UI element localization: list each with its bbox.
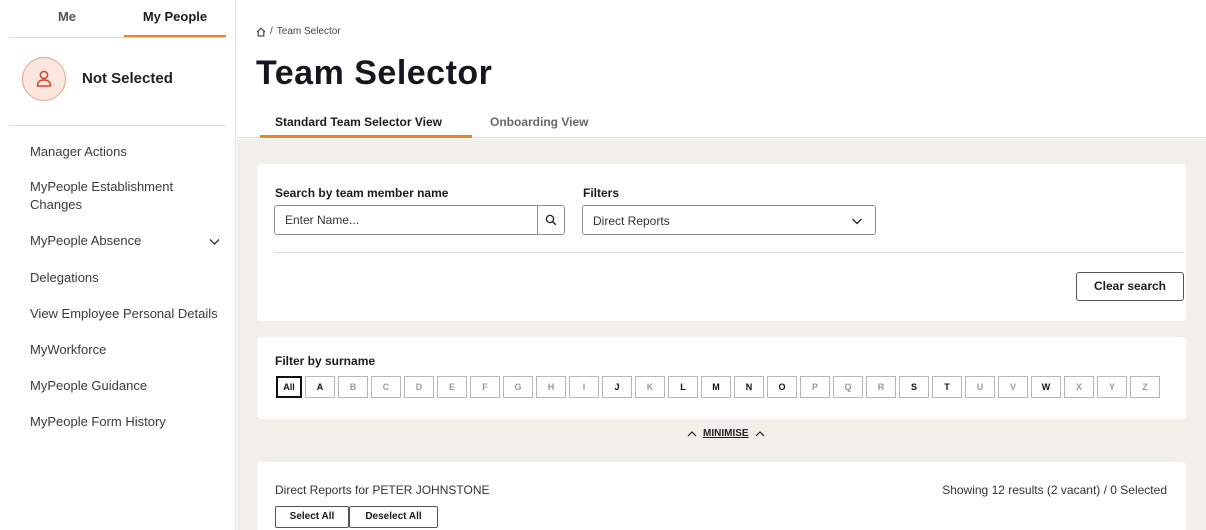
sidebar-item-delegations[interactable]: Delegations	[30, 269, 225, 287]
chevron-up-icon	[687, 431, 697, 437]
profile-divider	[10, 125, 226, 126]
sidebar-item-manager-actions[interactable]: Manager Actions	[30, 143, 225, 161]
active-tab-indicator	[260, 135, 472, 138]
chevron-up-icon	[755, 431, 764, 437]
surname-filter-card: Filter by surname All A B C D E F G H I J K L M N O P Q R S…	[257, 337, 1186, 419]
profile-name: Not Selected	[82, 70, 173, 87]
breadcrumb: / Team Selector	[256, 26, 341, 37]
tab-me[interactable]: Me	[10, 0, 124, 38]
search-input[interactable]	[275, 206, 537, 234]
sidebar-item-form-history[interactable]: MyPeople Form History	[30, 413, 225, 431]
surname-filter-r[interactable]: R	[866, 376, 896, 398]
surname-filter-l[interactable]: L	[668, 376, 698, 398]
sidebar-tabs-divider	[10, 37, 226, 38]
sidebar-tabs: Me My People	[10, 0, 226, 38]
surname-filter-i[interactable]: I	[569, 376, 599, 398]
surname-filter-all[interactable]: All	[276, 376, 302, 398]
search-button[interactable]	[537, 206, 564, 234]
sidebar-item-absence[interactable]: MyPeople Absence	[30, 232, 225, 250]
filters-select-value: Direct Reports	[593, 214, 670, 228]
surname-filter-z[interactable]: Z	[1130, 376, 1160, 398]
tab-onboarding-view[interactable]: Onboarding View	[490, 115, 588, 129]
surname-filter-q[interactable]: Q	[833, 376, 863, 398]
surname-filter-c[interactable]: C	[371, 376, 401, 398]
minimise-label: MINIMISE	[703, 428, 749, 439]
results-count: Showing 12 results (2 vacant) / 0 Select…	[942, 483, 1167, 497]
sidebar-item-myworkforce[interactable]: MyWorkforce	[30, 341, 225, 359]
minimise-toggle[interactable]: MINIMISE	[687, 428, 765, 439]
chevron-down-icon	[852, 218, 862, 225]
search-input-group	[274, 205, 565, 235]
surname-filter-d[interactable]: D	[404, 376, 434, 398]
sidebar-item-guidance[interactable]: MyPeople Guidance	[30, 377, 225, 395]
surname-filter-w[interactable]: W	[1031, 376, 1061, 398]
deselect-all-button[interactable]: Deselect All	[349, 506, 438, 528]
main-header: / Team Selector Team Selector Standard T…	[237, 0, 1206, 138]
results-card: Direct Reports for PETER JOHNSTONE Showi…	[257, 462, 1186, 530]
breadcrumb-separator: /	[270, 26, 273, 37]
breadcrumb-current: Team Selector	[276, 26, 341, 37]
surname-filter-y[interactable]: Y	[1097, 376, 1127, 398]
surname-filter-t[interactable]: T	[932, 376, 962, 398]
surname-filter-n[interactable]: N	[734, 376, 764, 398]
surname-filter-e[interactable]: E	[437, 376, 467, 398]
sidebar-item-label: MyPeople Absence	[30, 233, 142, 248]
filters-select[interactable]: Direct Reports	[582, 205, 876, 235]
alphabet-filter: All A B C D E F G H I J K L M N O P Q R S T U V W X Y Z	[276, 376, 1160, 398]
home-icon[interactable]	[256, 26, 266, 37]
surname-filter-h[interactable]: H	[536, 376, 566, 398]
surname-filter-p[interactable]: P	[800, 376, 830, 398]
sidebar-item-personal-details[interactable]: View Employee Personal Details	[30, 305, 225, 323]
surname-filter-label: Filter by surname	[275, 354, 376, 368]
chevron-down-icon[interactable]	[208, 235, 221, 248]
clear-search-button[interactable]: Clear search	[1076, 272, 1184, 301]
surname-filter-o[interactable]: O	[767, 376, 797, 398]
surname-filter-v[interactable]: V	[998, 376, 1028, 398]
avatar	[22, 57, 66, 101]
surname-filter-g[interactable]: G	[503, 376, 533, 398]
search-icon	[545, 214, 557, 226]
profile-selector[interactable]: Not Selected	[10, 53, 226, 107]
surname-filter-x[interactable]: X	[1064, 376, 1094, 398]
surname-filter-u[interactable]: U	[965, 376, 995, 398]
surname-filter-k[interactable]: K	[635, 376, 665, 398]
search-divider	[274, 252, 1184, 253]
sidebar: Me My People Not Selected Manager Action…	[0, 0, 236, 530]
person-icon	[36, 70, 52, 87]
tab-my-people[interactable]: My People	[124, 0, 226, 38]
select-all-button[interactable]: Select All	[275, 506, 349, 528]
filters-label: Filters	[583, 186, 620, 200]
search-card: Search by team member name Filters Direc…	[257, 164, 1186, 321]
surname-filter-a[interactable]: A	[305, 376, 335, 398]
content-area: Search by team member name Filters Direc…	[237, 139, 1206, 530]
surname-filter-s[interactable]: S	[899, 376, 929, 398]
surname-filter-b[interactable]: B	[338, 376, 368, 398]
page-title: Team Selector	[256, 54, 493, 92]
search-name-label: Search by team member name	[275, 186, 449, 200]
results-title: Direct Reports for PETER JOHNSTONE	[275, 483, 490, 497]
surname-filter-m[interactable]: M	[701, 376, 731, 398]
sidebar-item-establishment-changes[interactable]: MyPeople Establishment Changes	[30, 178, 200, 214]
surname-filter-j[interactable]: J	[602, 376, 632, 398]
tab-standard-view[interactable]: Standard Team Selector View	[275, 115, 442, 129]
surname-filter-f[interactable]: F	[470, 376, 500, 398]
